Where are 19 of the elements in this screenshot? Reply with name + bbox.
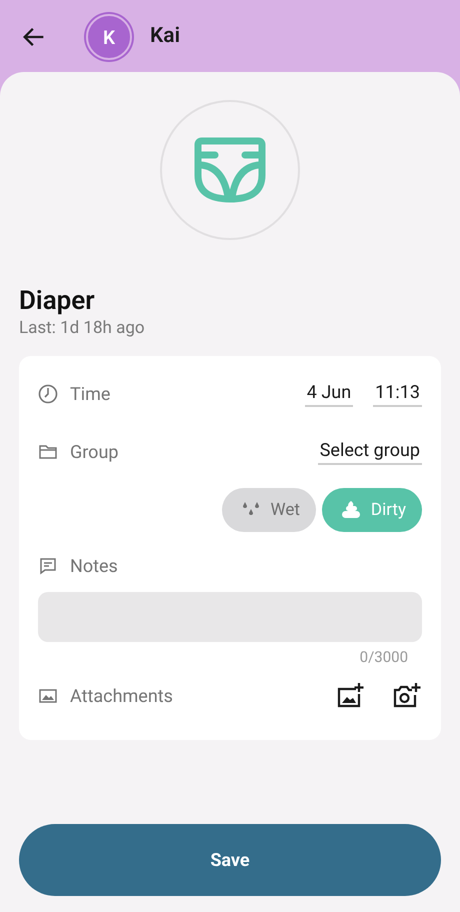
- avatar: K: [86, 14, 132, 60]
- clock-icon: [38, 384, 58, 404]
- type-chip[interactable]: Wet: [222, 488, 316, 532]
- field-label: Attachments: [70, 686, 173, 706]
- notes-field[interactable]: [38, 592, 422, 642]
- save-button[interactable]: Save: [19, 824, 441, 896]
- date-picker[interactable]: 4 Jun: [304, 382, 354, 406]
- character-counter: 0/3000: [360, 648, 408, 666]
- comment-icon: [38, 556, 58, 576]
- event-title: Diaper: [19, 286, 96, 316]
- child-name: Kai: [150, 24, 180, 48]
- field-label: Time: [70, 384, 110, 404]
- poop-icon: [340, 500, 362, 520]
- diaper-icon: [193, 137, 267, 203]
- field-label: Notes: [70, 556, 118, 576]
- last-time-text: Last: 1d 18h ago: [19, 318, 146, 338]
- group-dropdown[interactable]: Select group: [318, 440, 422, 464]
- field-label: Group: [70, 442, 118, 462]
- time-picker[interactable]: 11:13: [373, 382, 422, 406]
